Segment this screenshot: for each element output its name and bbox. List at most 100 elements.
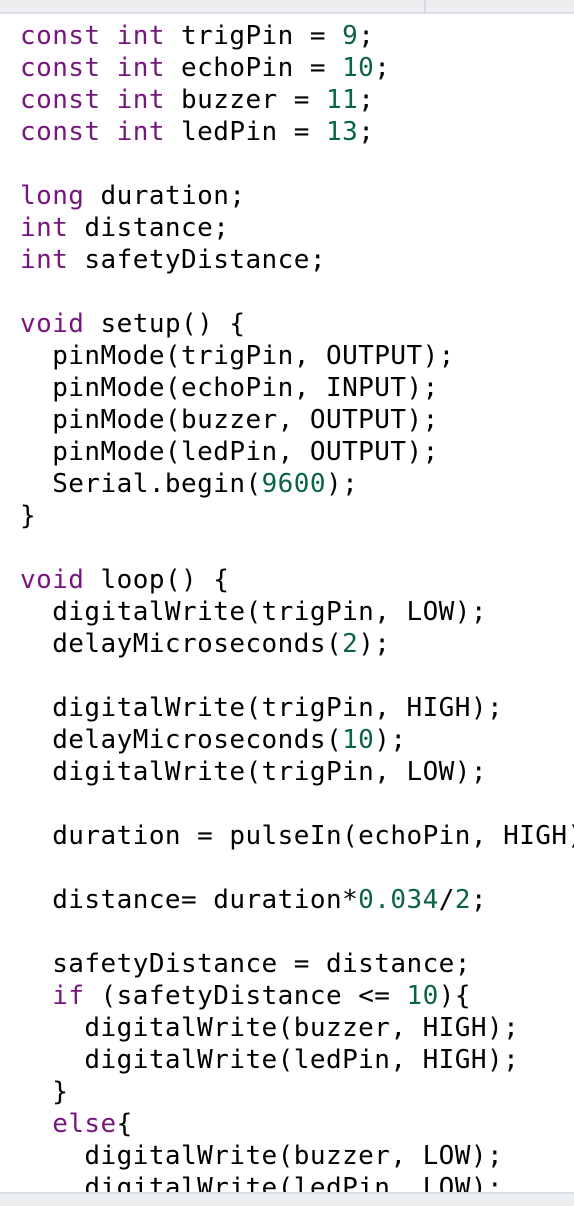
code-token-pln: ); <box>374 725 407 755</box>
code-token-kw: void <box>20 309 85 339</box>
code-token-num: 9600 <box>261 469 326 499</box>
code-token-kw: const int <box>20 117 165 147</box>
code-token-pln: delayMicroseconds( <box>20 725 343 755</box>
code-token-pln: digitalWrite(trigPin, LOW); <box>20 597 487 627</box>
code-line: const int trigPin = 9; <box>20 20 574 52</box>
code-line: int safetyDistance; <box>20 244 574 276</box>
code-line: duration = pulseIn(echoPin, HIGH); <box>20 820 574 852</box>
code-line: } <box>20 500 574 532</box>
code-token-pln: loop() { <box>84 565 230 595</box>
code-line: digitalWrite(buzzer, HIGH); <box>20 1012 574 1044</box>
code-token-kw: const int <box>20 21 165 51</box>
code-token-pln: pinMode(trigPin, OUTPUT); <box>20 341 455 371</box>
code-line: pinMode(buzzer, OUTPUT); <box>20 404 574 436</box>
code-line: void setup() { <box>20 308 574 340</box>
code-token-pln: pinMode(echoPin, INPUT); <box>20 373 439 403</box>
code-token-pln: distance; <box>68 213 230 243</box>
code-token-pln: ); <box>325 469 359 499</box>
code-token-pln: ledPin = <box>164 117 326 147</box>
code-token-pln: safetyDistance = distance; <box>20 949 471 979</box>
code-token-pln: digitalWrite(trigPin, LOW); <box>20 757 487 787</box>
code-token-pln: { <box>116 1109 133 1139</box>
code-line: long duration; <box>20 180 574 212</box>
code-line: digitalWrite(buzzer, LOW); <box>20 1140 574 1172</box>
code-line: Serial.begin(9600); <box>20 468 574 500</box>
code-token-pln: digitalWrite(ledPin, LOW); <box>20 1173 504 1192</box>
code-token-num: 9 <box>342 21 359 51</box>
code-token-pln <box>20 1109 52 1139</box>
code-line: int distance; <box>20 212 574 244</box>
code-line: delayMicroseconds(10); <box>20 724 574 756</box>
code-line: pinMode(trigPin, OUTPUT); <box>20 340 574 372</box>
code-token-num: 0.034 <box>358 885 439 915</box>
code-token-num: 10 <box>406 981 439 1011</box>
code-token-pln: buzzer = <box>164 85 326 115</box>
code-token-num: 2 <box>342 629 359 659</box>
code-line: else{ <box>20 1108 574 1140</box>
code-token-pln: safetyDistance; <box>68 245 326 275</box>
code-line: if (safetyDistance <= 10){ <box>20 980 574 1012</box>
code-token-pln: ); <box>358 629 391 659</box>
tab-next[interactable] <box>426 0 574 12</box>
code-line: pinMode(echoPin, INPUT); <box>20 372 574 404</box>
code-token-pln: } <box>20 501 37 531</box>
code-line: digitalWrite(trigPin, LOW); <box>20 756 574 788</box>
code-token-kw: void <box>20 565 85 595</box>
code-lines[interactable]: const int trigPin = 9; const int echoPin … <box>20 20 574 1192</box>
code-token-pln: / <box>438 885 455 915</box>
code-token-pln: duration = pulseIn(echoPin, HIGH); <box>20 821 574 851</box>
code-token-pln <box>20 981 52 1011</box>
code-token-kw: const int <box>20 85 165 115</box>
code-token-pln: Serial.begin( <box>20 469 262 499</box>
code-token-pln: delayMicroseconds( <box>20 629 343 659</box>
code-token-pln: duration; <box>84 181 246 211</box>
code-token-pln: digitalWrite(trigPin, HIGH); <box>20 693 504 723</box>
code-token-pln: ; <box>358 85 375 115</box>
code-token-pln: trigPin = <box>164 21 343 51</box>
code-token-kw: if <box>52 981 85 1011</box>
code-token-pln: echoPin = <box>164 53 343 83</box>
status-bar <box>0 1192 574 1206</box>
code-token-kw: const int <box>20 53 165 83</box>
code-token-kw: int <box>20 245 69 275</box>
code-token-pln: pinMode(buzzer, OUTPUT); <box>20 405 439 435</box>
code-token-kw: else <box>52 1109 117 1139</box>
code-token-num: 11 <box>325 85 359 115</box>
code-line: digitalWrite(ledPin, LOW); <box>20 1172 574 1192</box>
code-editor-surface[interactable]: const int trigPin = 9; const int echoPin … <box>0 14 574 1192</box>
code-line: distance= duration*0.034/2; <box>20 884 574 916</box>
editor-window: const int trigPin = 9; const int echoPin … <box>0 0 574 1206</box>
code-token-num: 10 <box>342 53 375 83</box>
code-line: } <box>20 1076 574 1108</box>
code-line: const int ledPin = 13; <box>20 116 574 148</box>
code-token-pln: ; <box>358 21 375 51</box>
code-token-pln: distance= duration* <box>20 885 359 915</box>
editor-tab-bar <box>0 0 574 14</box>
code-token-pln: digitalWrite(buzzer, HIGH); <box>20 1013 520 1043</box>
tab-active[interactable] <box>0 0 426 12</box>
code-token-pln: (safetyDistance <= <box>84 981 407 1011</box>
code-line: digitalWrite(trigPin, LOW); <box>20 596 574 628</box>
code-line: const int echoPin = 10; <box>20 52 574 84</box>
code-token-pln: pinMode(ledPin, OUTPUT); <box>20 437 439 467</box>
code-token-num: 10 <box>342 725 375 755</box>
code-line: pinMode(ledPin, OUTPUT); <box>20 436 574 468</box>
code-token-pln: } <box>20 1077 69 1107</box>
code-line: void loop() { <box>20 564 574 596</box>
code-token-pln: digitalWrite(ledPin, HIGH); <box>20 1045 520 1075</box>
code-token-kw: int <box>20 213 69 243</box>
code-line: digitalWrite(ledPin, HIGH); <box>20 1044 574 1076</box>
code-token-pln: ; <box>470 885 488 915</box>
code-token-num: 13 <box>325 117 359 147</box>
code-line: delayMicroseconds(2); <box>20 628 574 660</box>
code-token-pln: digitalWrite(buzzer, LOW); <box>20 1141 504 1171</box>
code-token-pln: ; <box>374 53 391 83</box>
code-line: safetyDistance = distance; <box>20 948 574 980</box>
code-line: digitalWrite(trigPin, HIGH); <box>20 692 574 724</box>
